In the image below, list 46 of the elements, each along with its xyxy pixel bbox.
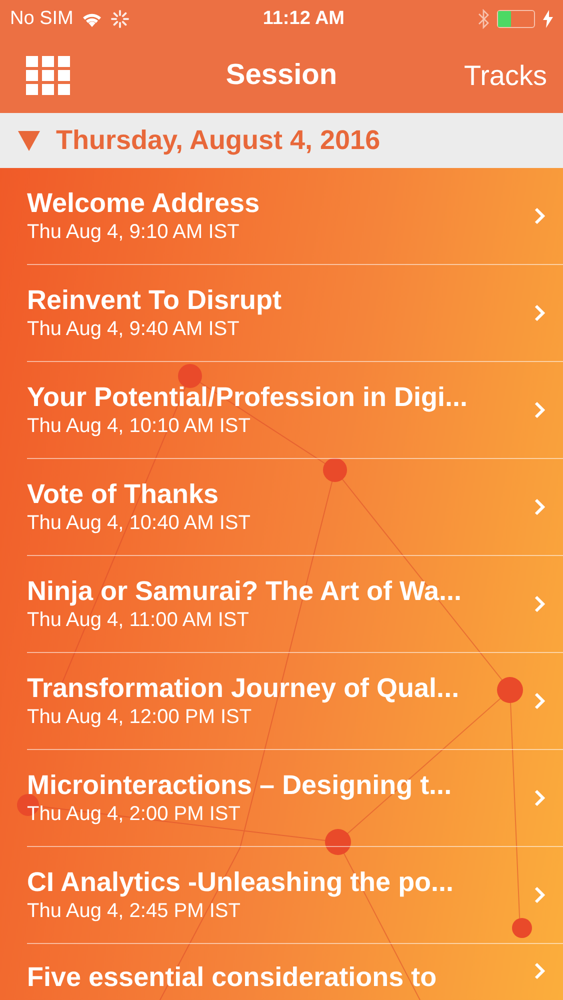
carrier-label: No SIM <box>10 6 74 31</box>
session-title: CI Analytics -Unleashing the po... <box>27 867 454 899</box>
session-title: Welcome Address <box>27 188 260 220</box>
session-title: Transformation Journey of Qual... <box>27 673 460 705</box>
session-row[interactable]: Ninja or Samurai? The Art of Wa... Thu Aug 4, 11:00 AM IST <box>27 556 563 653</box>
session-title: Your Potential/Profession in Digi... <box>27 382 468 414</box>
chevron-right-icon <box>534 789 545 807</box>
triangle-down-icon[interactable] <box>18 130 40 150</box>
wifi-icon <box>81 11 104 27</box>
session-row[interactable]: Vote of Thanks Thu Aug 4, 10:40 AM IST <box>27 459 563 556</box>
chevron-right-icon <box>534 401 545 419</box>
chevron-right-icon <box>534 886 545 904</box>
session-time: Thu Aug 4, 2:00 PM IST <box>27 802 242 826</box>
chevron-right-icon <box>534 962 545 980</box>
session-row[interactable]: CI Analytics -Unleashing the po... Thu Aug 4, 2:45 PM IST <box>27 847 563 944</box>
session-time: Thu Aug 4, 10:10 AM IST <box>27 414 252 438</box>
section-title: Thursday, August 4, 2016 <box>56 124 380 158</box>
session-title: Five essential considerations to <box>27 962 437 994</box>
session-row[interactable]: Your Potential/Profession in Digi... Thu Aug 4, 10:10 AM IST <box>27 362 563 459</box>
bluetooth-icon <box>478 9 489 29</box>
session-row[interactable]: Transformation Journey of Qual... Thu Aug 4, 12:00 PM IST <box>27 653 563 750</box>
session-time: Thu Aug 4, 9:10 AM IST <box>27 220 240 244</box>
clock-time: 11:12 AM <box>262 6 345 31</box>
session-row[interactable]: Welcome Address Thu Aug 4, 9:10 AM IST <box>27 168 563 265</box>
session-title: Reinvent To Disrupt <box>27 285 282 317</box>
session-row[interactable]: Five essential considerations to <box>27 944 563 1000</box>
session-title: Vote of Thanks <box>27 479 220 511</box>
session-time: Thu Aug 4, 12:00 PM IST <box>27 704 253 729</box>
battery-icon <box>497 10 535 28</box>
chevron-right-icon <box>534 498 545 516</box>
chevron-right-icon <box>534 595 545 613</box>
tracks-button[interactable]: Tracks <box>464 54 547 96</box>
session-title: Microinteractions – Designing t... <box>27 770 452 802</box>
session-row[interactable]: Reinvent To Disrupt Thu Aug 4, 9:40 AM IST <box>27 265 563 362</box>
session-time: Thu Aug 4, 11:00 AM IST <box>27 608 250 632</box>
nav-title: Session <box>226 58 338 93</box>
session-title: Ninja or Samurai? The Art of Wa... <box>27 576 462 608</box>
session-time: Thu Aug 4, 10:40 AM IST <box>27 510 250 535</box>
spinner-icon <box>111 10 130 28</box>
chevron-right-icon <box>534 304 545 322</box>
session-time: Thu Aug 4, 9:40 AM IST <box>27 316 240 341</box>
menu-grid-button[interactable] <box>26 56 70 96</box>
session-row[interactable]: Microinteractions – Designing t... Thu Aug 4, 2:00 PM IST <box>27 750 563 847</box>
session-time: Thu Aug 4, 2:45 PM IST <box>27 898 242 923</box>
chevron-right-icon <box>534 692 545 710</box>
chevron-right-icon <box>534 207 545 225</box>
